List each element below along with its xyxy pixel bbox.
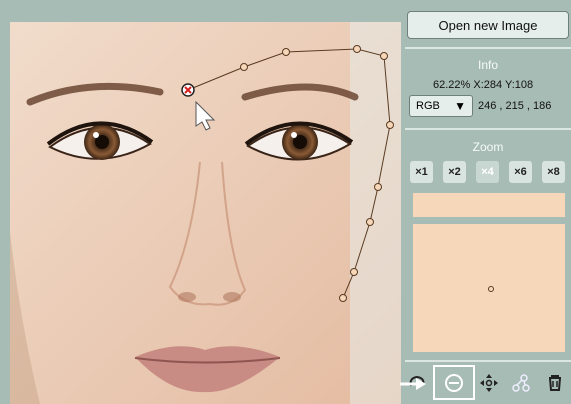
selected-node: [181, 83, 195, 97]
side-panel: Open new Image Info 62.22% X:284 Y:108 R…: [405, 0, 571, 404]
selection-path: [187, 48, 391, 299]
coordinate-readout: 62.22% X:284 Y:108: [433, 79, 534, 91]
move-icon: [480, 374, 498, 392]
divider: [405, 360, 571, 362]
path-node: [374, 183, 382, 191]
dropdown-arrow-icon: ▼: [454, 99, 466, 113]
path-nodes: [240, 45, 394, 302]
divider: [405, 128, 571, 130]
preview-point: [488, 286, 494, 292]
zoom-4-button[interactable]: ×4: [476, 161, 499, 183]
remove-point-icon: [445, 373, 463, 392]
info-title: Info: [477, 58, 498, 72]
path-node: [282, 48, 290, 56]
color-mode-select[interactable]: RGB ▼: [409, 95, 473, 117]
color-mode-value: RGB: [416, 100, 440, 112]
nodes-icon: [512, 374, 530, 392]
move-tool-button[interactable]: [475, 369, 503, 397]
arrow-right-icon: [400, 378, 426, 390]
path-node: [380, 52, 388, 60]
path-node: [353, 45, 361, 53]
zoom-8-button[interactable]: ×8: [542, 161, 565, 183]
zoom-title: Zoom: [472, 140, 504, 154]
zoom-preview: [413, 224, 565, 352]
zoom-2-button[interactable]: ×2: [443, 161, 466, 183]
zoom-6-button[interactable]: ×6: [509, 161, 532, 183]
color-swatch: [413, 193, 565, 217]
trash-icon: [549, 375, 561, 391]
remove-point-button[interactable]: [433, 365, 475, 400]
path-node: [366, 218, 374, 226]
path-node: [339, 294, 347, 302]
path-node: [350, 268, 358, 276]
delete-button[interactable]: [541, 369, 569, 397]
rgb-values: 246 , 215 , 186: [478, 100, 552, 112]
path-node: [386, 121, 394, 129]
cursor-icon: [195, 100, 216, 131]
nodes-tool-button[interactable]: [507, 369, 535, 397]
path-overlay[interactable]: [10, 22, 401, 404]
zoom-1-button[interactable]: ×1: [410, 161, 433, 183]
open-image-button[interactable]: Open new Image: [407, 11, 569, 39]
divider: [405, 47, 571, 49]
path-node: [240, 63, 248, 71]
image-canvas[interactable]: [10, 22, 401, 404]
